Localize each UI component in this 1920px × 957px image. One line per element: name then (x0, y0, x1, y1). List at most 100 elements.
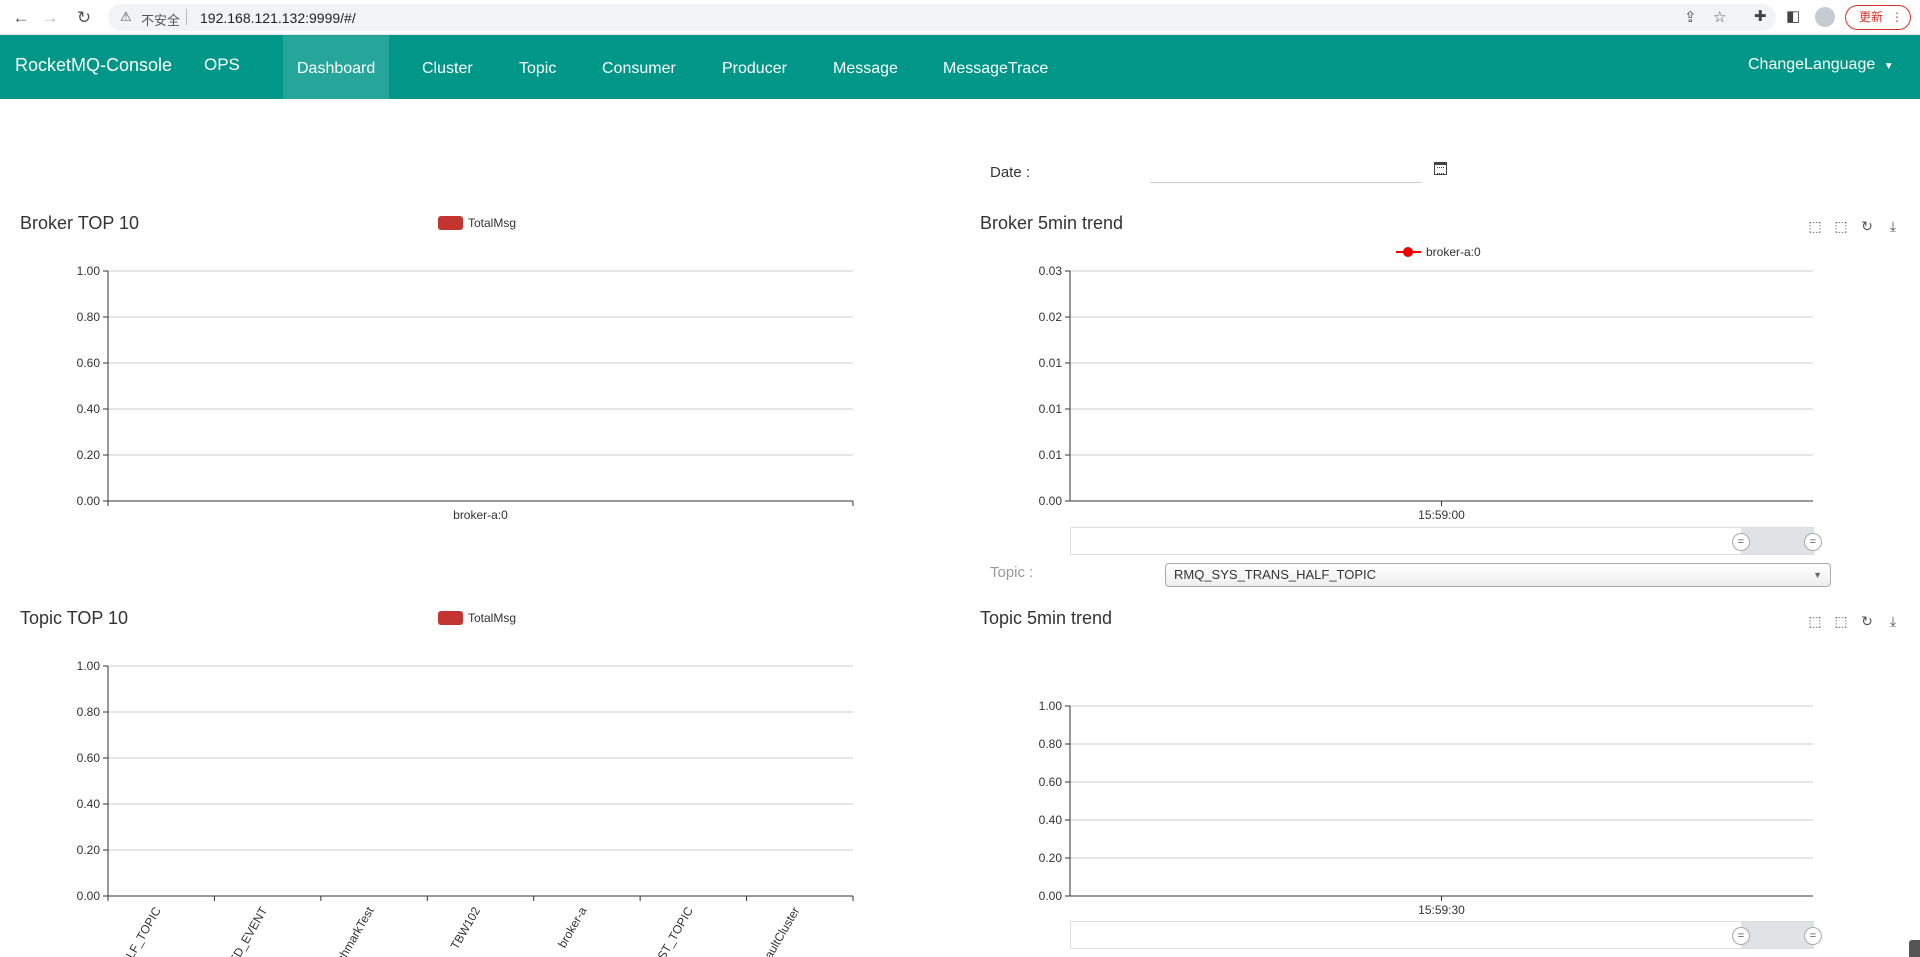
change-language-dropdown[interactable]: ChangeLanguage ▼ (1748, 56, 1894, 74)
x-tick-label: 15:59:00 (1418, 508, 1465, 522)
y-tick-label: 1.00 (77, 659, 101, 673)
divider (186, 9, 187, 25)
share-icon[interactable]: ⇪ (1684, 8, 1697, 26)
y-tick-label: 0.01 (1039, 448, 1063, 462)
brand-title[interactable]: RocketMQ-Console (15, 55, 172, 76)
calendar-icon[interactable] (1434, 162, 1447, 175)
topic-trend-title: Topic 5min trend (980, 608, 1113, 628)
insecure-label: 不安全 (141, 13, 181, 28)
y-tick-label: 1.00 (1039, 699, 1063, 713)
url-text[interactable]: 192.168.121.132:9999/#/ (200, 10, 356, 26)
zoom-range-fill (1741, 528, 1813, 554)
y-tick-label: 0.40 (77, 402, 101, 416)
y-tick-label: 0.80 (77, 705, 101, 719)
nav-producer[interactable]: Producer (708, 35, 801, 99)
y-tick-label: 0.40 (77, 797, 101, 811)
topic-select-value: RMQ_SYS_TRANS_HALF_TOPIC (1174, 567, 1377, 582)
nav-consumer[interactable]: Consumer (588, 35, 690, 99)
y-tick-label: 0.00 (1039, 889, 1063, 903)
x-tick-label: broker-a:0 (453, 508, 508, 522)
restore-icon[interactable]: ↻ (1859, 613, 1875, 629)
corner-widget (1909, 940, 1920, 957)
zoom-handle-right[interactable]: = (1804, 533, 1822, 551)
zoom-handle-left[interactable]: = (1732, 533, 1750, 551)
legend-swatch (438, 611, 463, 625)
nav-messagetrace[interactable]: MessageTrace (929, 35, 1062, 99)
x-tick-label: broker-a (555, 904, 590, 950)
zoom-icon[interactable]: ⬚ (1807, 613, 1823, 629)
broker-trend-title: Broker 5min trend (980, 213, 1124, 233)
zoom-reset-icon[interactable]: ⬚ (1833, 218, 1849, 234)
y-tick-label: 0.60 (1039, 775, 1063, 789)
browser-toolbar: ← → ↻ ⚠ 不安全 192.168.121.132:9999/#/ ⇪ ☆ … (0, 0, 1920, 35)
topic-select[interactable]: RMQ_SYS_TRANS_HALF_TOPIC ▼ (1165, 563, 1831, 587)
update-label: 更新 (1859, 10, 1884, 24)
broker-trend-toolbox: ⬚ ⬚ ↻ ⤓ (1807, 218, 1901, 234)
topic-trend-chart: 0.00 0.20 0.40 0.60 0.80 1.00 15:59:30 (1039, 699, 1813, 917)
x-tick-label: TBW102 (448, 904, 484, 952)
y-tick-label: 0.60 (77, 751, 101, 765)
legend-label: TotalMsg (468, 611, 517, 625)
y-tick-label: 0.40 (1039, 813, 1063, 827)
update-button[interactable]: 更新 ⋮ (1845, 5, 1911, 30)
zoom-handle-left[interactable]: = (1732, 927, 1750, 945)
app-navbar: RocketMQ-Console OPS Dashboard Cluster T… (0, 35, 1920, 99)
y-tick-label: 0.01 (1039, 356, 1063, 370)
y-tick-label: 0.01 (1039, 402, 1063, 416)
topic-trend-toolbox: ⬚ ⬚ ↻ ⤓ (1807, 613, 1901, 629)
x-tick-label: aultCluster (762, 904, 803, 957)
restore-icon[interactable]: ↻ (1859, 218, 1875, 234)
address-bar[interactable]: ⚠ 不安全 192.168.121.132:9999/#/ ⇪ ☆ (108, 4, 1776, 31)
topic-trend-zoom-slider[interactable]: = = (1070, 921, 1822, 949)
topic-top10-title: Topic TOP 10 (20, 608, 129, 628)
zoom-range-fill (1741, 922, 1813, 948)
reload-icon[interactable]: ↻ (72, 6, 96, 30)
x-tick-label: ALF_TOPIC (119, 904, 164, 957)
y-tick-label: 0.00 (77, 494, 101, 508)
zoom-reset-icon[interactable]: ⬚ (1833, 613, 1849, 629)
legend-label: TotalMsg (468, 216, 517, 230)
topic-top10-chart: 0.00 0.20 0.40 0.60 0.80 1.00 ALF_TOPIC ED_EVEN… (77, 659, 854, 957)
bookmark-star-icon[interactable]: ☆ (1713, 8, 1726, 26)
extensions-puzzle-icon[interactable]: ✚ (1754, 7, 1767, 25)
broker-trend-zoom-slider[interactable]: = = (1070, 527, 1822, 555)
nav-ops[interactable]: OPS (204, 55, 240, 75)
y-tick-label: 0.03 (1039, 264, 1063, 278)
change-language-label: ChangeLanguage (1748, 56, 1876, 73)
y-tick-label: 0.80 (1039, 737, 1063, 751)
zoom-handle-right[interactable]: = (1804, 927, 1822, 945)
broker-top10-legend[interactable]: TotalMsg (438, 216, 516, 230)
forward-arrow-icon[interactable]: → (38, 6, 62, 30)
broker-top10-chart: 0.00 0.20 0.40 0.60 0.80 1.00 broker-a:0 (77, 264, 854, 522)
download-icon[interactable]: ⤓ (1885, 613, 1901, 629)
warning-icon: ⚠ (120, 9, 132, 24)
y-tick-label: 0.60 (77, 356, 101, 370)
nav-cluster[interactable]: Cluster (408, 35, 487, 99)
topic-top10-legend[interactable]: TotalMsg (438, 611, 516, 625)
nav-message[interactable]: Message (819, 35, 912, 99)
x-tick-label: EST_TOPIC (651, 904, 697, 957)
nav-topic[interactable]: Topic (505, 35, 570, 99)
back-arrow-icon[interactable]: ← (9, 6, 33, 30)
y-tick-label: 0.20 (1039, 851, 1063, 865)
zoom-icon[interactable]: ⬚ (1807, 218, 1823, 234)
download-icon[interactable]: ⤓ (1885, 218, 1901, 234)
topic-filter-label: Topic : (990, 564, 1034, 581)
y-tick-label: 0.00 (77, 889, 101, 903)
date-label: Date : (990, 164, 1031, 181)
side-panel-icon[interactable]: ◧ (1786, 7, 1800, 25)
y-tick-label: 0.00 (1039, 494, 1063, 508)
x-tick-label: 15:59:30 (1418, 903, 1465, 917)
y-tick-label: 1.00 (77, 264, 101, 278)
date-input[interactable] (1150, 159, 1422, 183)
more-vert-icon: ⋮ (1891, 10, 1903, 24)
select-caret-icon: ▼ (1813, 570, 1822, 580)
broker-trend-chart: 0.00 0.01 0.01 0.01 0.02 0.03 15:59:00 (1039, 264, 1813, 522)
y-tick-label: 0.20 (77, 448, 101, 462)
nav-dashboard[interactable]: Dashboard (283, 35, 390, 99)
x-tick-label: ED_EVENT (226, 904, 270, 957)
y-tick-label: 0.80 (77, 310, 101, 324)
broker-top10-title: Broker TOP 10 (20, 213, 140, 233)
profile-avatar[interactable] (1815, 7, 1835, 27)
y-tick-label: 0.02 (1039, 310, 1063, 324)
